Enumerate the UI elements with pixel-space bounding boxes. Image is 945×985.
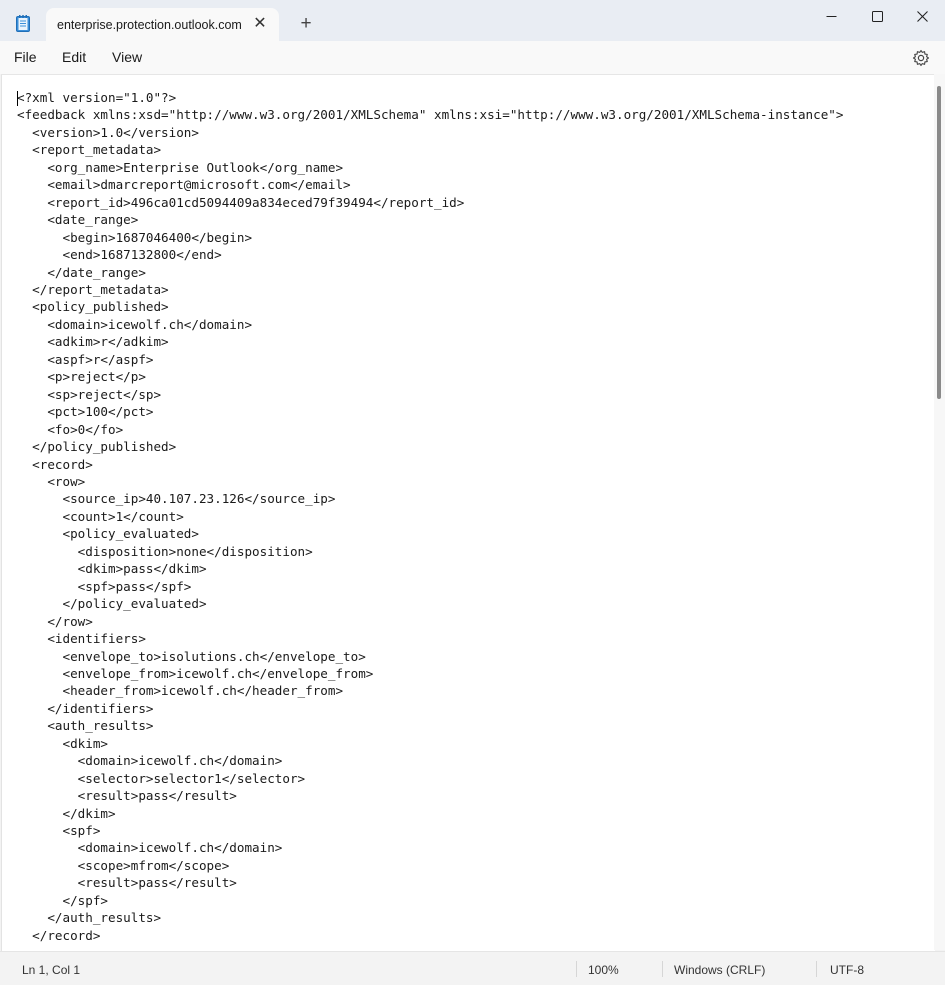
close-icon[interactable]: ✕ [251,15,269,33]
status-divider [662,961,663,977]
code-line: <header_from>icewolf.ch</header_from> [17,683,344,699]
code-line: <begin>1687046400</begin> [17,229,253,245]
code-line: <email>dmarcreport@microsoft.com</email> [17,177,351,193]
scrollbar-thumb[interactable] [937,86,941,399]
code-line: <pct>100</pct> [17,404,154,420]
tab-title: enterprise.protection.outlook.com [57,18,242,32]
code-line: <policy_evaluated> [17,526,199,542]
code-line: <result>pass</result> [17,875,237,891]
code-line: </spf> [17,892,108,908]
code-line: <source_ip>40.107.23.126</source_ip> [17,491,336,507]
code-line: <domain>icewolf.ch</domain> [17,840,283,856]
code-line: <auth_results> [17,718,154,734]
code-line: <envelope_from>icewolf.ch</envelope_from… [17,665,374,681]
menu-bar: File Edit View [0,41,945,74]
title-bar: enterprise.protection.outlook.com ✕ + [0,0,945,41]
code-line: <adkim>r</adkim> [17,334,169,350]
code-line: <dkim> [17,735,108,751]
code-line: <selector>selector1</selector> [17,770,306,786]
maximize-button[interactable] [854,0,900,32]
code-line: <report_id>496ca01cd5094409a834eced79f39… [17,194,465,210]
code-line: </date_range> [17,264,146,280]
code-line: <version>1.0</version> [17,124,199,140]
gear-icon[interactable] [912,49,930,67]
code-line: <domain>icewolf.ch</domain> [17,753,283,769]
code-line: <report_metadata> [17,142,162,158]
code-line: <date_range> [17,212,139,228]
code-line: <aspf>r</aspf> [17,351,154,367]
code-line: </policy_evaluated> [17,596,207,612]
code-line: </dkim> [17,805,116,821]
code-line: <policy_published> [17,299,169,315]
code-line: <feedback xmlns:xsd="http://www.w3.org/2… [17,107,844,123]
maximize-icon [871,10,883,22]
code-line: <spf>pass</spf> [17,578,192,594]
zoom-level[interactable]: 100% [588,963,619,977]
close-icon [916,10,928,22]
code-line: <org_name>Enterprise Outlook</org_name> [17,159,344,175]
code-line: <dkim>pass</dkim> [17,561,207,577]
menu-view[interactable]: View [112,49,142,65]
code-line: <record> [17,456,93,472]
code-line: <disposition>none</disposition> [17,543,313,559]
code-line: <row> [17,473,86,489]
code-line: <end>1687132800</end> [17,247,222,263]
status-bar: Ln 1, Col 1 100% Windows (CRLF) UTF-8 [0,951,945,985]
cursor-position: Ln 1, Col 1 [22,963,81,977]
code-line: <domain>icewolf.ch</domain> [17,316,253,332]
code-line: <result>pass</result> [17,788,237,804]
vertical-scrollbar[interactable] [934,74,945,950]
text-editor[interactable]: <?xml version="1.0"?> <feedback xmlns:xs… [1,74,935,951]
minimize-button[interactable] [808,0,854,32]
line-ending[interactable]: Windows (CRLF) [674,963,765,977]
tab-document[interactable]: enterprise.protection.outlook.com ✕ [46,8,279,41]
document-text: <?xml version="1.0"?> <feedback xmlns:xs… [17,89,843,944]
code-line: </policy_published> [17,439,177,455]
notepad-icon [16,15,30,32]
code-line: <envelope_to>isolutions.ch</envelope_to> [17,648,366,664]
code-line: </report_metadata> [17,281,169,297]
encoding[interactable]: UTF-8 [830,963,864,977]
code-line: </auth_results> [17,910,162,926]
code-line: <count>1</count> [17,508,184,524]
menu-file[interactable]: File [14,49,37,65]
minimize-icon [826,15,836,17]
status-divider [816,961,817,977]
text-caret [17,91,18,106]
code-line: </identifiers> [17,700,154,716]
code-line: <fo>0</fo> [17,421,124,437]
code-line: <?xml version="1.0"?> [17,90,177,105]
close-window-button[interactable] [899,0,945,32]
code-line: </row> [17,613,93,629]
menu-edit[interactable]: Edit [62,49,86,65]
status-divider [576,961,577,977]
code-line: <p>reject</p> [17,369,146,385]
plus-icon[interactable]: + [296,14,316,34]
code-line: </record> [17,927,101,943]
code-line: <sp>reject</sp> [17,386,162,402]
code-line: <identifiers> [17,631,146,647]
code-line: <scope>mfrom</scope> [17,857,230,873]
code-line: <spf> [17,823,101,839]
